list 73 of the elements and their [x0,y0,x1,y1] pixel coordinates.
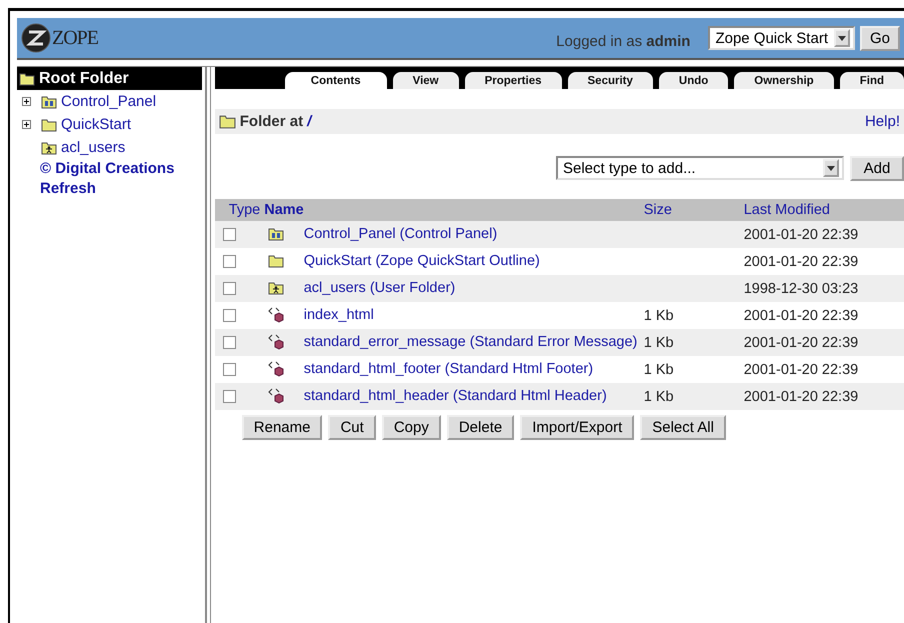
tab[interactable]: Contents [284,72,387,89]
tab[interactable]: Security [568,72,653,89]
modified-cell: 2001-01-20 22:39 [744,254,858,270]
control-panel-icon [41,94,57,110]
size-cell: 1 Kb [644,308,674,324]
row-checkbox[interactable] [222,390,236,403]
size-cell: 1 Kb [644,388,674,404]
size-cell: 1 Kb [644,334,674,350]
tab[interactable]: Find [840,72,904,89]
logo-icon [21,23,51,53]
item-link[interactable]: QuickStart (Zope QuickStart Outline) [304,251,644,271]
row-checkbox[interactable] [222,255,236,268]
document-icon [268,334,284,350]
location-label: Folder at [240,113,304,130]
item-link[interactable]: Control_Panel (Control Panel) [304,224,644,244]
item-link[interactable]: acl_users (User Folder) [304,278,644,298]
item-link[interactable]: standard_html_header (Standard Html Header) [304,386,644,406]
action-button[interactable]: Delete [446,415,514,440]
sort-name-link[interactable]: Name [264,202,304,218]
action-button[interactable]: Cut [328,415,376,440]
refresh-link[interactable]: Refresh [40,179,96,199]
user-folder-icon [41,140,57,156]
folder-icon [268,253,284,269]
folder-icon [41,116,57,132]
action-button[interactable]: Copy [382,415,441,440]
folder-icon [19,70,35,86]
modified-cell: 2001-01-20 22:39 [744,388,858,404]
document-icon [268,361,284,377]
user-folder-icon [268,280,284,296]
tree-item[interactable]: Control_Panel [61,93,156,110]
row-checkbox[interactable] [222,309,236,322]
size-cell: 1 Kb [644,362,674,378]
sort-type-link[interactable]: Type [228,202,260,218]
action-button[interactable]: Select All [640,415,726,440]
modified-cell: 2001-01-20 22:39 [744,226,858,242]
root-folder[interactable]: Root Folder [17,67,202,90]
tab[interactable]: Properties [464,72,562,89]
tab[interactable]: Ownership [734,72,834,89]
row-checkbox[interactable] [222,336,236,349]
sort-modified-link[interactable]: Last Modified [744,202,830,218]
path-link[interactable]: / [307,113,312,130]
item-link[interactable]: index_html [304,305,644,325]
row-checkbox[interactable] [222,282,236,295]
copyright-link[interactable]: © Digital Creations [40,159,174,179]
folder-icon [218,113,236,130]
sort-size-link[interactable]: Size [644,202,672,218]
action-button[interactable]: Import/Export [520,415,634,440]
row-checkbox[interactable] [222,228,236,241]
login-status: Logged in as admin [556,32,690,50]
tab[interactable]: View [392,72,459,89]
item-link[interactable]: standard_html_footer (Standard Html Footer) [304,359,644,379]
item-link[interactable]: standard_error_message (Standard Error Message) [304,332,644,352]
modified-cell: 2001-01-20 22:39 [744,308,858,324]
type-select[interactable]: Select type to add... [556,156,844,180]
action-button[interactable]: Rename [242,415,322,440]
modified-cell: 2001-01-20 22:39 [744,334,858,350]
root-folder-label: Root Folder [39,70,129,88]
expand-icon[interactable] [22,97,31,106]
modified-cell: 2001-01-20 22:39 [744,362,858,378]
document-icon [268,388,284,404]
add-button[interactable]: Add [850,156,904,181]
modified-cell: 1998-12-30 03:23 [744,280,858,296]
logo-text: ZOPE [52,26,98,50]
document-icon [268,307,284,323]
help-link[interactable]: Help! [864,113,900,130]
expand-icon[interactable] [22,120,31,129]
control-panel-icon [268,226,284,242]
tree-item[interactable]: acl_users [61,139,126,156]
row-checkbox[interactable] [222,363,236,376]
view-select[interactable]: Zope Quick Start [708,26,855,50]
tree-item[interactable]: QuickStart [61,116,132,133]
tab[interactable]: Undo [658,72,728,89]
go-button[interactable]: Go [860,26,900,50]
